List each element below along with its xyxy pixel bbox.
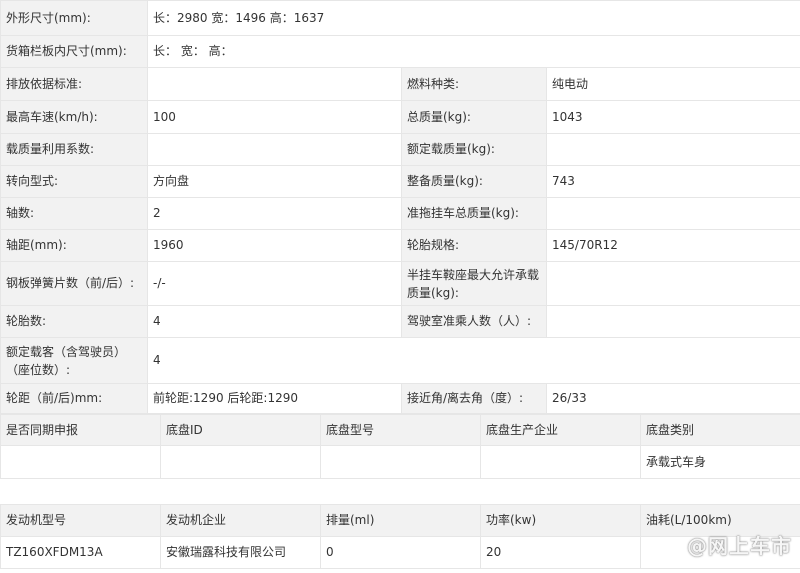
passengers-value: 4: [147, 337, 800, 384]
cab-seats-label: 驾驶室准乘人数（人）:: [401, 305, 547, 338]
tire-spec-value: 145/70R12: [546, 229, 800, 262]
leaf-spring-value: -/-: [147, 261, 402, 306]
vehicle-spec-table: 外形尺寸(mm): 长：2980 宽：1496 高：1637 货箱栏板内尺寸(m…: [0, 0, 800, 414]
steering-value: 方向盘: [147, 165, 402, 198]
chassis-data-row: 承载式车身: [0, 445, 800, 479]
rated-load-label: 额定载质量(kg):: [401, 133, 547, 166]
engine-data-cell: 安徽瑞露科技有限公司: [160, 536, 321, 569]
chassis-header-cell: 底盘型号: [320, 414, 481, 446]
chassis-data-cell: [480, 445, 641, 479]
trailer-mass-label: 准拖挂车总质量(kg):: [401, 197, 547, 230]
rated-load-value: [546, 133, 800, 166]
engine-data-cell: 0: [320, 536, 481, 569]
engine-header-row: 发动机型号 发动机企业 排量(ml) 功率(kw) 油耗(L/100km): [0, 504, 800, 537]
engine-data-cell: 20: [480, 536, 641, 569]
emission-value: [147, 67, 402, 101]
tires-label: 轮胎数:: [0, 305, 148, 338]
spec-row-tires: 轮胎数: 4 驾驶室准乘人数（人）:: [0, 305, 800, 338]
spec-row-emission: 排放依据标准: 燃料种类: 纯电动: [0, 67, 800, 101]
engine-header-cell: 发动机企业: [160, 504, 321, 537]
trailer-mass-value: [546, 197, 800, 230]
speed-value: 100: [147, 100, 402, 134]
emission-label: 排放依据标准:: [0, 67, 148, 101]
tire-spec-label: 轮胎规格:: [401, 229, 547, 262]
size-value: 长：2980 宽：1496 高：1637: [147, 0, 800, 36]
spec-row-passengers: 额定载客（含驾驶员）（座位数）: 4: [0, 337, 800, 384]
chassis-header-cell: 底盘类别: [640, 414, 800, 446]
engine-data-row: TZ160XFDM13A 安徽瑞露科技有限公司 0 20: [0, 536, 800, 569]
cab-seats-value: [546, 305, 800, 338]
saddle-value: [546, 261, 800, 306]
spec-row-track: 轮距（前/后)mm: 前轮距:1290 后轮距:1290 接近角/离去角（度）:…: [0, 383, 800, 414]
spec-row-size: 外形尺寸(mm): 长：2980 宽：1496 高：1637: [0, 0, 800, 36]
spec-row-axles: 轴数: 2 准拖挂车总质量(kg):: [0, 197, 800, 230]
spec-row-wheelbase: 轴距(mm): 1960 轮胎规格: 145/70R12: [0, 229, 800, 262]
fuel-label: 燃料种类:: [401, 67, 547, 101]
spec-row-cargo: 货箱栏板内尺寸(mm): 长： 宽： 高：: [0, 35, 800, 68]
angle-value: 26/33: [546, 383, 800, 414]
chassis-table: 是否同期申报 底盘ID 底盘型号 底盘生产企业 底盘类别 承载式车身: [0, 414, 800, 479]
chassis-data-cell: [320, 445, 481, 479]
watermark-logo: @网上车市: [687, 534, 792, 558]
chassis-data-cell: [160, 445, 321, 479]
chassis-header-cell: 底盘生产企业: [480, 414, 641, 446]
total-mass-label: 总质量(kg):: [401, 100, 547, 134]
load-util-value: [147, 133, 402, 166]
axles-label: 轴数:: [0, 197, 148, 230]
spec-row-load: 载质量利用系数: 额定载质量(kg):: [0, 133, 800, 166]
curb-mass-label: 整备质量(kg):: [401, 165, 547, 198]
load-util-label: 载质量利用系数:: [0, 133, 148, 166]
cargo-label: 货箱栏板内尺寸(mm):: [0, 35, 148, 68]
fuel-value: 纯电动: [546, 67, 800, 101]
wheelbase-value: 1960: [147, 229, 402, 262]
axles-value: 2: [147, 197, 402, 230]
curb-mass-value: 743: [546, 165, 800, 198]
wheelbase-label: 轴距(mm):: [0, 229, 148, 262]
spec-row-steering: 转向型式: 方向盘 整备质量(kg): 743: [0, 165, 800, 198]
chassis-header-cell: 是否同期申报: [0, 414, 161, 446]
chassis-data-cell: 承载式车身: [640, 445, 800, 479]
spec-row-speed: 最高车速(km/h): 100 总质量(kg): 1043: [0, 100, 800, 134]
chassis-header-row: 是否同期申报 底盘ID 底盘型号 底盘生产企业 底盘类别: [0, 414, 800, 446]
cargo-value: 长： 宽： 高：: [147, 35, 800, 68]
spec-row-leaf-spring: 钢板弹簧片数（前/后）: -/- 半挂车鞍座最大允许承载质量(kg):: [0, 261, 800, 306]
saddle-label: 半挂车鞍座最大允许承载质量(kg):: [401, 261, 547, 306]
engine-header-cell: 排量(ml): [320, 504, 481, 537]
engine-data-cell: TZ160XFDM13A: [0, 536, 161, 569]
engine-header-cell: 发动机型号: [0, 504, 161, 537]
angle-label: 接近角/离去角（度）:: [401, 383, 547, 414]
steering-label: 转向型式:: [0, 165, 148, 198]
engine-table: 发动机型号 发动机企业 排量(ml) 功率(kw) 油耗(L/100km) TZ…: [0, 504, 800, 569]
leaf-spring-label: 钢板弹簧片数（前/后）:: [0, 261, 148, 306]
size-label: 外形尺寸(mm):: [0, 0, 148, 36]
tires-value: 4: [147, 305, 402, 338]
chassis-header-cell: 底盘ID: [160, 414, 321, 446]
chassis-data-cell: [0, 445, 161, 479]
total-mass-value: 1043: [546, 100, 800, 134]
engine-header-cell: 功率(kw): [480, 504, 641, 537]
track-label: 轮距（前/后)mm:: [0, 383, 148, 414]
track-value: 前轮距:1290 后轮距:1290: [147, 383, 402, 414]
speed-label: 最高车速(km/h):: [0, 100, 148, 134]
passengers-label: 额定载客（含驾驶员）（座位数）:: [0, 337, 148, 384]
